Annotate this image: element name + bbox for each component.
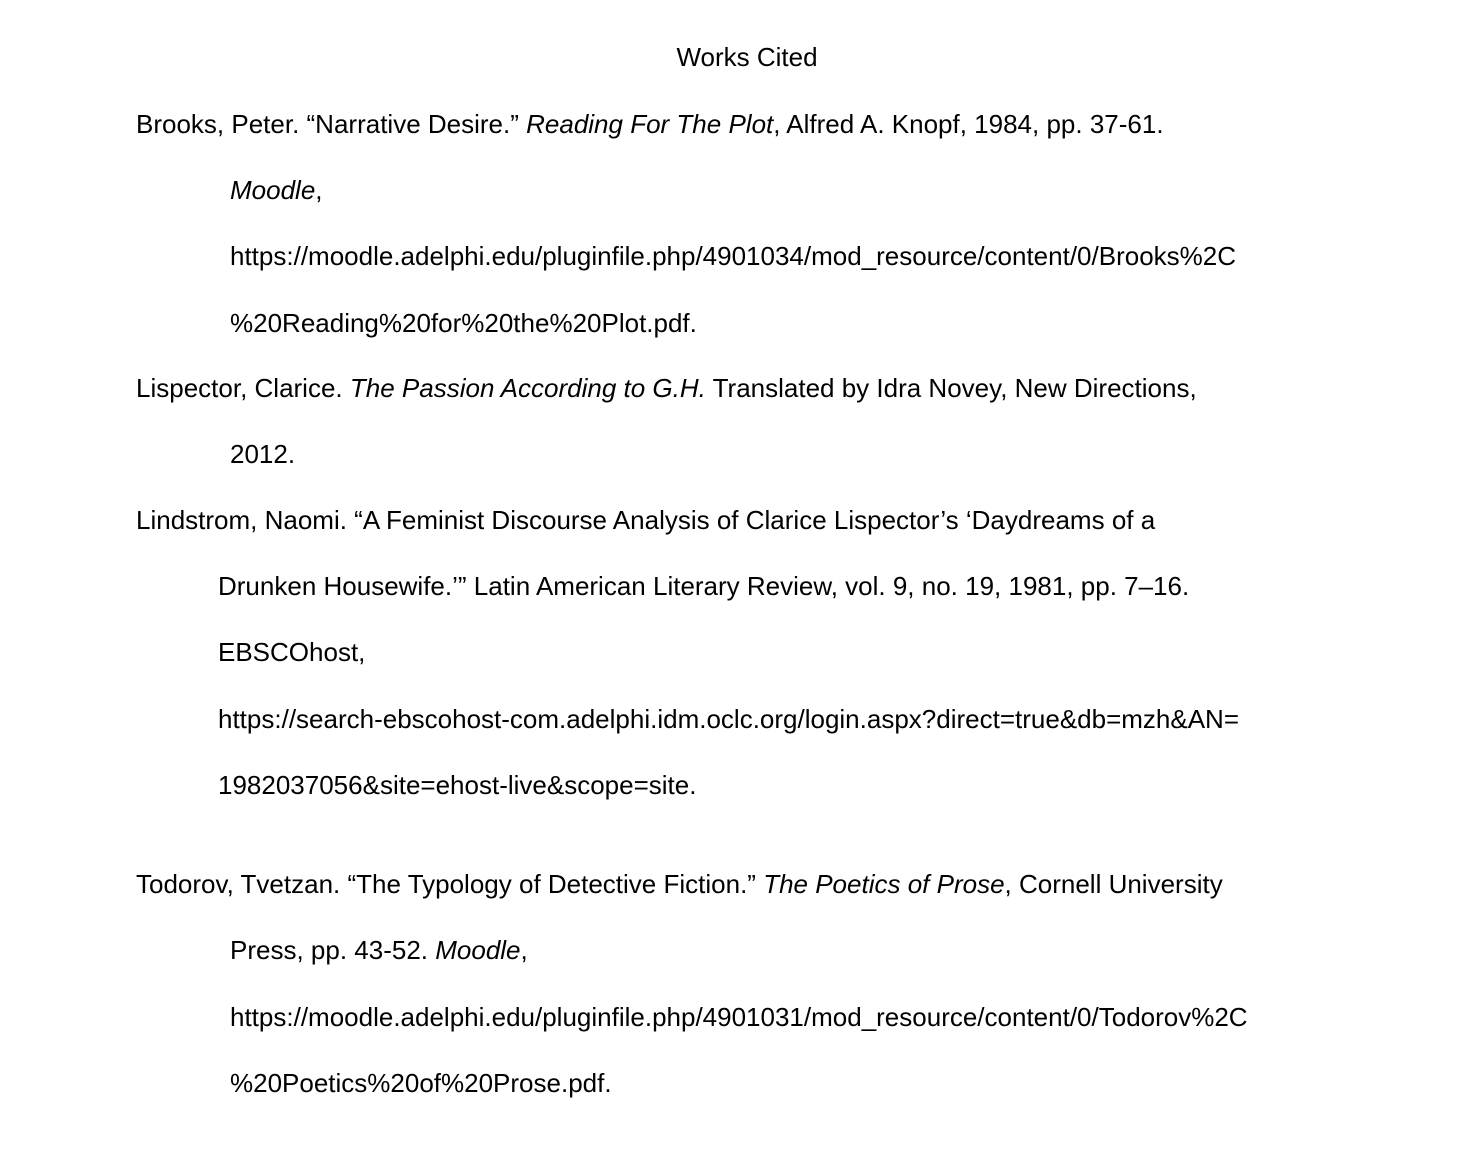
url-text: https://moodle.adelphi.edu/pluginfile.ph… [230,1002,1248,1032]
italic-title: The Passion According to G.H. [349,373,706,403]
citation-todorov-line-1: Todorov, Tvetzan. “The Typology of Detec… [136,866,1223,902]
page-title: Works Cited [676,42,818,72]
text: Lindstrom, Naomi. “A Feminist Discourse … [136,505,1156,535]
citation-todorov-line-2: Press, pp. 43-52. Moodle, [230,932,528,968]
text: Translated by Idra Novey, New Directions… [705,373,1197,403]
text: Press, pp. 43-52. [230,935,436,965]
url-text: https://moodle.adelphi.edu/pluginfile.ph… [230,241,1237,271]
citation-lindstrom-line-2: Drunken Housewife.’” Latin American Lite… [218,568,1189,604]
citation-lispector-line-2: 2012. [230,436,295,472]
italic-title: Moodle [230,175,316,205]
citation-lindstrom-line-5: 1982037056&site=ehost-live&scope=site. [218,767,696,803]
citation-brooks-line-2: Moodle, [230,172,323,208]
citation-todorov-line-3: https://moodle.adelphi.edu/pluginfile.ph… [230,999,1248,1035]
url-text: %20Poetics%20of%20Prose.pdf. [230,1068,612,1098]
url-text: https://search-ebscohost-com.adelphi.idm… [218,704,1240,734]
text: , [315,175,323,205]
italic-title: Reading For The Plot [526,109,774,139]
document-page: Works Cited Brooks, Peter. “Narrative De… [0,0,1468,1166]
citation-lindstrom-line-4: https://search-ebscohost-com.adelphi.idm… [218,701,1239,737]
italic-title: The Poetics of Prose [763,869,1005,899]
citation-brooks-line-1: Brooks, Peter. “Narrative Desire.” Readi… [136,106,1164,142]
text: EBSCOhost, [218,637,366,667]
citation-brooks-line-4: %20Reading%20for%20the%20Plot.pdf. [230,305,697,341]
url-text: %20Reading%20for%20the%20Plot.pdf. [230,308,697,338]
text: Drunken Housewife.’” Latin American Lite… [218,571,1190,601]
text: , Alfred A. Knopf, 1984, pp. 37-61. [773,109,1164,139]
text: 2012. [230,439,296,469]
italic-title: Moodle [435,935,521,965]
citation-todorov-line-4: %20Poetics%20of%20Prose.pdf. [230,1065,612,1101]
text: Todorov, Tvetzan. “The Typology of Detec… [136,869,764,899]
text: , [520,935,528,965]
text: Lispector, Clarice. [136,373,350,403]
citation-lindstrom-line-3: EBSCOhost, [218,634,365,670]
text: , Cornell University [1004,869,1223,899]
citation-brooks-line-3: https://moodle.adelphi.edu/pluginfile.ph… [230,238,1236,274]
url-text: 1982037056&site=ehost-live&scope=site. [218,770,697,800]
citation-lindstrom-line-1: Lindstrom, Naomi. “A Feminist Discourse … [136,502,1155,538]
citation-lispector-line-1: Lispector, Clarice. The Passion Accordin… [136,370,1197,406]
text: Brooks, Peter. “Narrative Desire.” [136,109,527,139]
